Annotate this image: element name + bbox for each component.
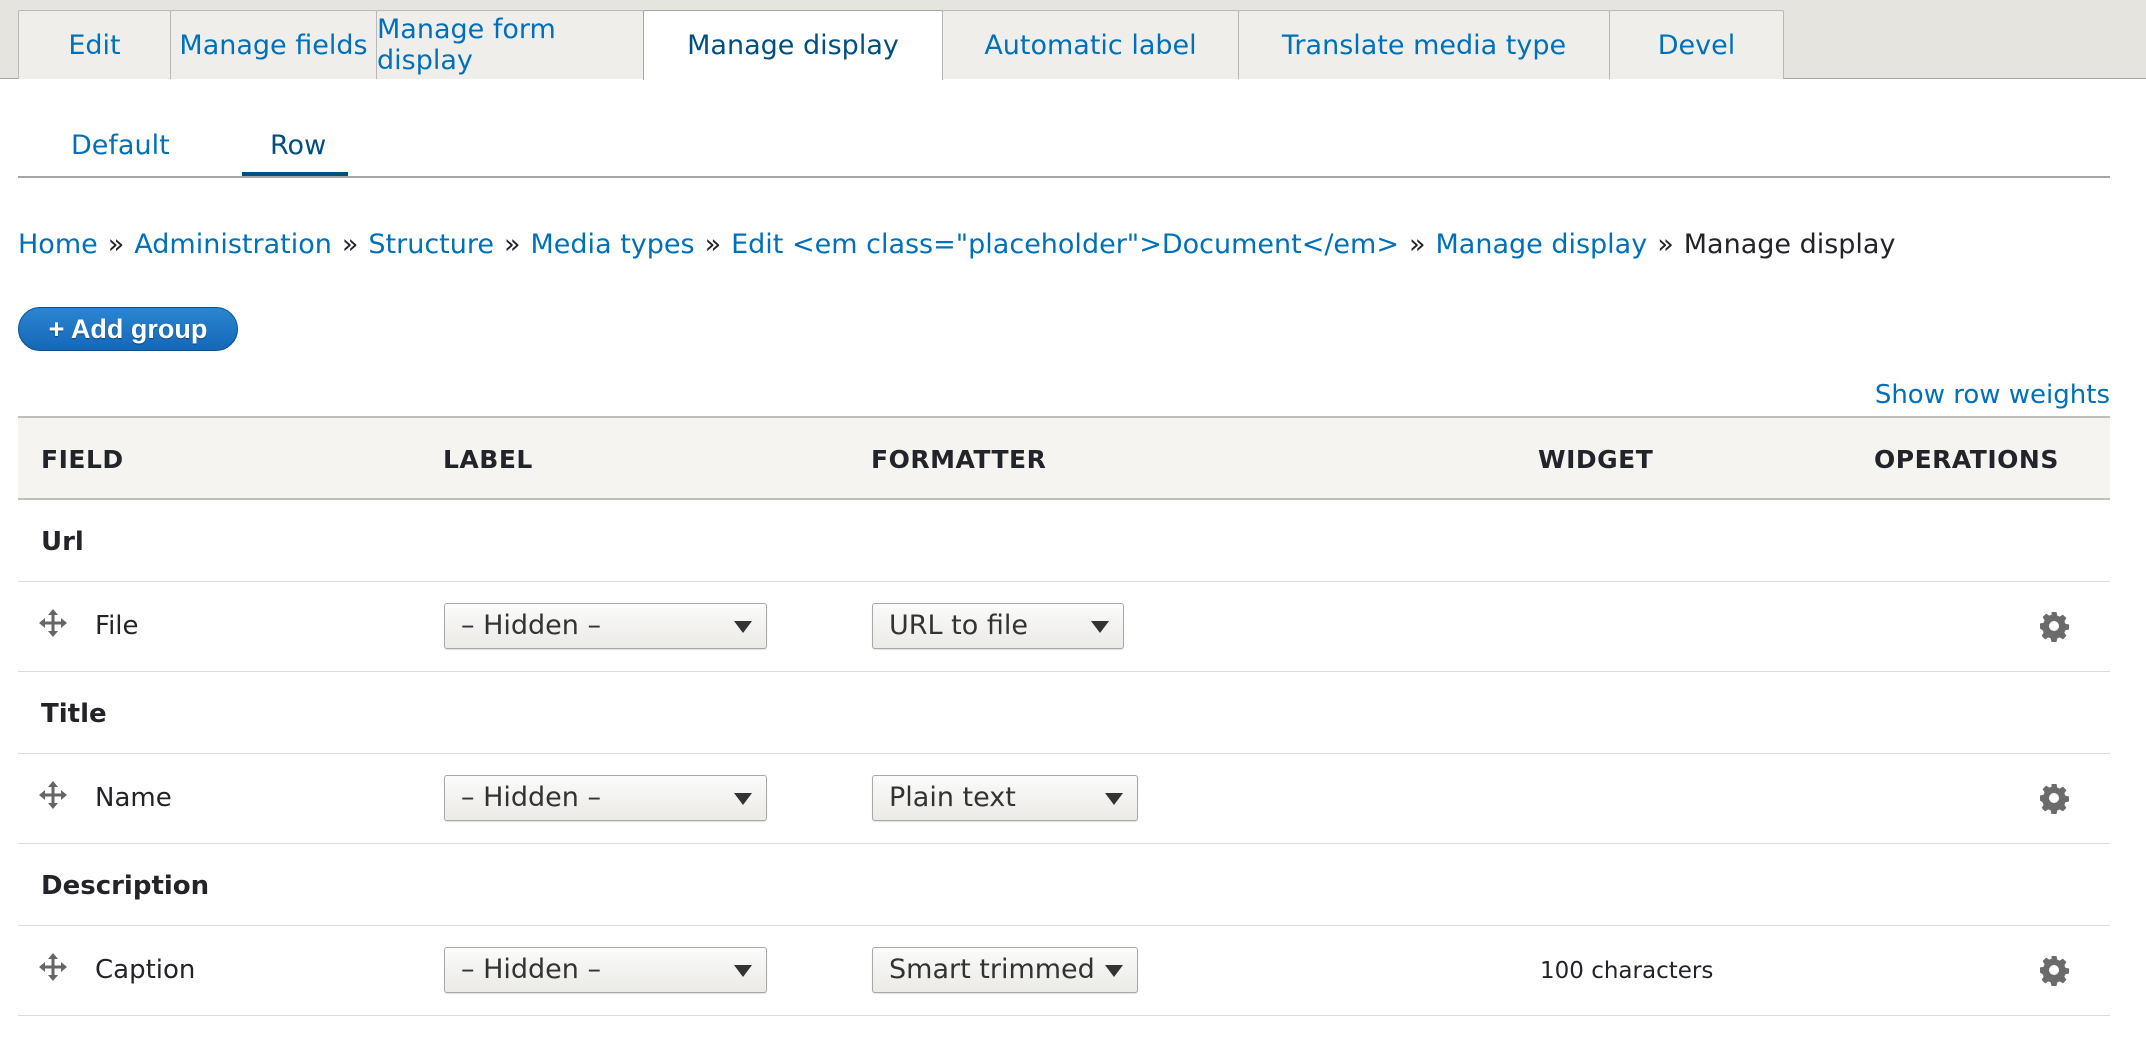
table-row-file: File – Hidden – URL to file — [18, 582, 2110, 672]
tab-manage-form-display[interactable]: Manage form display — [376, 10, 644, 79]
breadcrumb-separator: » — [503, 229, 521, 260]
tab-translate-media-type[interactable]: Translate media type — [1238, 10, 1610, 79]
breadcrumb-manage-display[interactable]: Manage display — [1436, 229, 1648, 260]
label-select[interactable]: – Hidden – — [444, 603, 767, 649]
select-value: Smart trimmed — [889, 954, 1095, 985]
header-widget: WIDGET — [1538, 445, 1654, 474]
table-header: FIELD LABEL FORMATTER WIDGET OPERATIONS — [18, 418, 2110, 500]
select-value: – Hidden – — [461, 782, 601, 813]
breadcrumb-home[interactable]: Home — [18, 229, 98, 260]
breadcrumb-media-types[interactable]: Media types — [531, 229, 695, 260]
active-tab-indicator — [242, 172, 348, 176]
region-row-title: Title — [18, 672, 2110, 754]
tab-manage-fields[interactable]: Manage fields — [170, 10, 377, 79]
region-row-description: Description — [18, 844, 2110, 926]
breadcrumb-separator: » — [341, 229, 359, 260]
gear-icon[interactable] — [2038, 610, 2070, 642]
field-name: Caption — [95, 955, 196, 985]
breadcrumb-separator: » — [1408, 229, 1426, 260]
region-row-url: Url — [18, 500, 2110, 582]
breadcrumb-structure[interactable]: Structure — [368, 229, 494, 260]
label-select[interactable]: – Hidden – — [444, 947, 767, 993]
select-value: URL to file — [889, 610, 1028, 641]
gear-icon[interactable] — [2038, 954, 2070, 986]
region-title: Description — [41, 871, 210, 901]
field-name: Name — [95, 783, 172, 813]
formatter-select[interactable]: Plain text — [872, 775, 1138, 821]
gear-icon[interactable] — [2038, 782, 2070, 814]
chevron-down-icon — [734, 793, 752, 805]
show-row-weights-link[interactable]: Show row weights — [1875, 380, 2110, 410]
move-arrows-icon[interactable] — [38, 608, 68, 638]
region-title: Title — [41, 699, 107, 729]
field-name: File — [95, 611, 139, 641]
move-arrows-icon[interactable] — [38, 780, 68, 810]
chevron-down-icon — [1091, 621, 1109, 633]
breadcrumb-edit-document[interactable]: Edit <em class="placeholder">Document</e… — [731, 229, 1399, 260]
breadcrumb-administration[interactable]: Administration — [134, 229, 332, 260]
header-formatter: FORMATTER — [871, 445, 1047, 474]
header-field: FIELD — [41, 445, 124, 474]
formatter-select[interactable]: URL to file — [872, 603, 1124, 649]
chevron-down-icon — [734, 965, 752, 977]
select-value: Plain text — [889, 782, 1016, 813]
breadcrumb-separator: » — [704, 229, 722, 260]
primary-tabs: Edit Manage fields Manage form display M… — [18, 10, 1784, 80]
table-row-caption: Caption – Hidden – Smart trimmed 100 cha… — [18, 926, 2110, 1016]
header-label: LABEL — [443, 445, 533, 474]
formatter-select[interactable]: Smart trimmed — [872, 947, 1138, 993]
primary-tabs-bar: Edit Manage fields Manage form display M… — [0, 0, 2146, 80]
chevron-down-icon — [1105, 793, 1123, 805]
secondary-tabs: Default Row — [18, 112, 2110, 178]
select-value: – Hidden – — [461, 954, 601, 985]
chevron-down-icon — [734, 621, 752, 633]
tab-automatic-label[interactable]: Automatic label — [942, 10, 1239, 79]
label-select[interactable]: – Hidden – — [444, 775, 767, 821]
tab-devel[interactable]: Devel — [1609, 10, 1784, 79]
table-row-name: Name – Hidden – Plain text — [18, 754, 2110, 844]
tab-edit[interactable]: Edit — [18, 10, 171, 79]
header-operations: OPERATIONS — [1874, 445, 2059, 474]
breadcrumb-separator: » — [107, 229, 125, 260]
move-arrows-icon[interactable] — [38, 952, 68, 982]
breadcrumb-current: Manage display — [1683, 229, 1896, 260]
widget-summary: 100 characters — [1540, 958, 1714, 984]
tab-row[interactable]: Row — [270, 130, 326, 161]
tab-default[interactable]: Default — [71, 130, 170, 161]
add-group-button[interactable]: + Add group — [18, 307, 238, 351]
chevron-down-icon — [1105, 965, 1123, 977]
tab-manage-display[interactable]: Manage display — [643, 10, 943, 80]
select-value: – Hidden – — [461, 610, 601, 641]
field-display-table: FIELD LABEL FORMATTER WIDGET OPERATIONS … — [18, 416, 2110, 1016]
breadcrumb-separator: » — [1657, 229, 1674, 260]
region-title: Url — [41, 527, 84, 557]
breadcrumb: Home » Administration » Structure » Media type… — [18, 229, 1895, 260]
